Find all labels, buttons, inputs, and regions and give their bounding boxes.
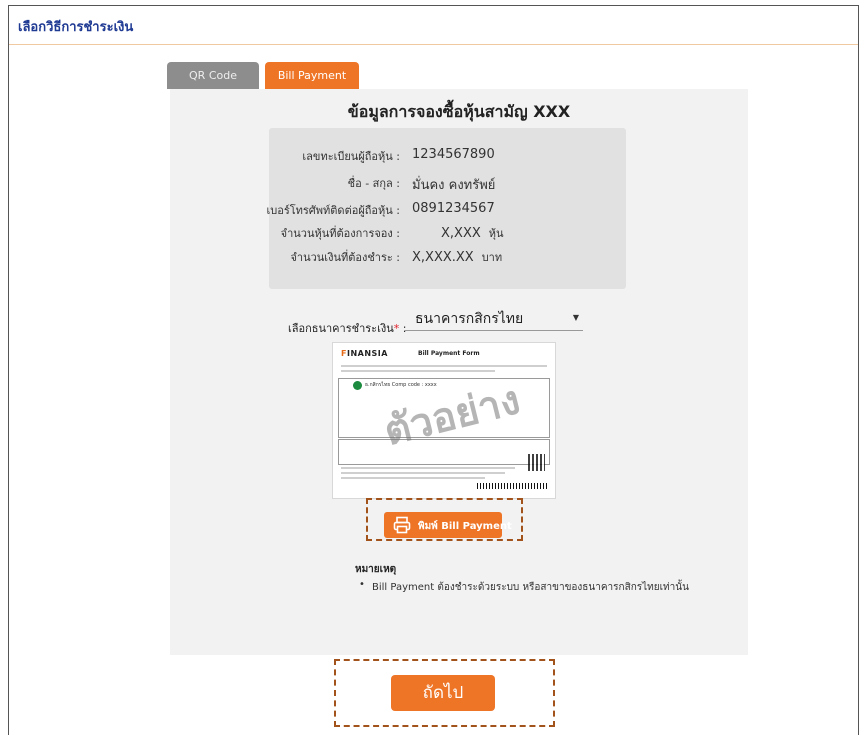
note-item: Bill Payment ต้องชำระด้วยระบบ หรือสาขาขอ…	[359, 579, 689, 595]
info-label: เลขทะเบียนผู้ถือหุ้น :	[302, 150, 400, 163]
preview-line	[341, 370, 495, 372]
bank-select[interactable]: ธนาคารกสิกรไทย ▼	[405, 306, 583, 331]
required-mark: *	[393, 322, 400, 335]
info-row: เลขทะเบียนผู้ถือหุ้น : 1234567890	[269, 147, 626, 167]
bank-select-value: ธนาคารกสิกรไทย	[415, 311, 524, 327]
barcode-icon	[477, 483, 547, 489]
info-value: X,XXX.XX บาท	[412, 250, 503, 265]
preview-line	[341, 467, 515, 469]
info-label: จำนวนหุ้นที่ต้องการจอง :	[280, 227, 400, 240]
info-label: จำนวนเงินที่ต้องชำระ :	[290, 251, 400, 264]
info-row: เบอร์โทรศัพท์ติดต่อผู้ถือหุ้น : 08912345…	[266, 201, 626, 221]
note-title: หมายเหตุ	[355, 564, 397, 575]
info-label: เบอร์โทรศัพท์ติดต่อผู้ถือหุ้น :	[266, 204, 400, 217]
info-row: จำนวนเงินที่ต้องชำระ : X,XXX.XX บาท	[269, 248, 626, 268]
info-value: X,XXX หุ้น	[441, 226, 504, 241]
preview-line	[341, 365, 547, 367]
bill-payment-preview: FINANSIA Bill Payment Form ธ.กสิกรไทย Co…	[332, 342, 556, 499]
preview-line	[341, 472, 505, 474]
title-divider	[9, 44, 858, 45]
finansia-logo: FINANSIA	[341, 349, 388, 358]
info-row: จำนวนหุ้นที่ต้องการจอง : X,XXX หุ้น	[269, 224, 626, 244]
info-label: ชื่อ - สกุล :	[347, 177, 400, 190]
preview-line	[341, 477, 485, 479]
section-title: เลือกวิธีการชำระเงิน	[18, 20, 134, 35]
info-row: ชื่อ - สกุล : มั่นคง คงทรัพย์	[269, 174, 626, 194]
bank-logo-icon	[353, 381, 362, 390]
info-value: 1234567890	[412, 147, 495, 162]
tab-qr-code[interactable]: QR Code	[167, 62, 259, 89]
print-bill-payment-button[interactable]: พิมพ์ Bill Payment	[384, 512, 512, 538]
qr-code-icon	[528, 454, 545, 471]
bank-select-label: เลือกธนาคารชำระเงิน* :	[288, 322, 407, 335]
info-value: 0891234567	[412, 201, 495, 216]
next-button[interactable]: ถัดไป	[391, 675, 495, 711]
details-heading: ข้อมูลการจองซื้อหุ้นสามัญ XXX	[347, 102, 571, 121]
tab-bill-payment[interactable]: Bill Payment	[265, 62, 359, 89]
preview-form-title: Bill Payment Form	[418, 350, 480, 357]
info-value: มั่นคง คงทรัพย์	[412, 178, 496, 193]
print-button-label: พิมพ์ Bill Payment	[418, 521, 512, 532]
chevron-down-icon: ▼	[572, 313, 579, 322]
printer-icon	[393, 516, 411, 537]
